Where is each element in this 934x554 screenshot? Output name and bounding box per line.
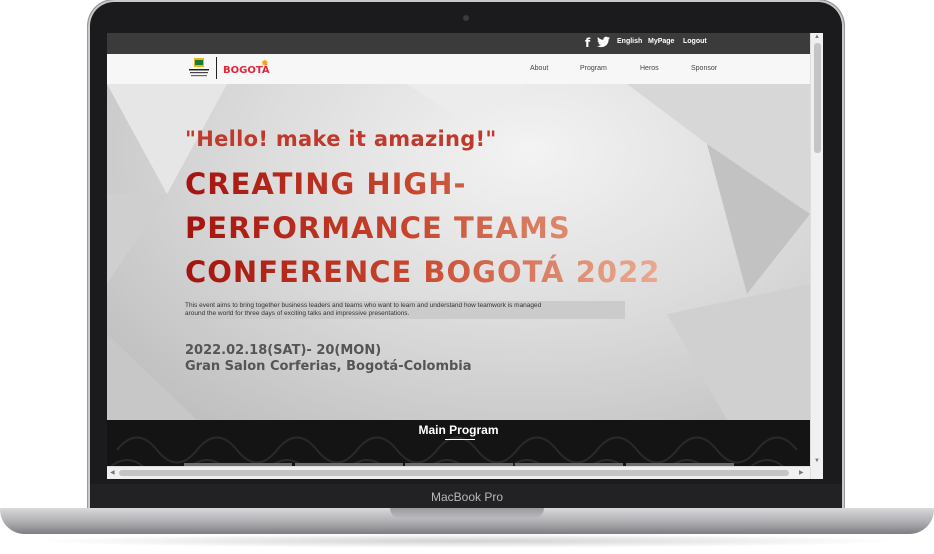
facebook-icon[interactable]: f xyxy=(585,36,590,50)
camera-icon xyxy=(463,15,469,21)
horizontal-scrollbar[interactable]: ◀ ▶ xyxy=(107,466,810,479)
main-navbar: BOGOTÁ ✸ About Program Heros Sponsor xyxy=(107,54,810,84)
hero-banner: "Hello! make it amazing!" CREATING HIGH-… xyxy=(107,84,810,420)
hero-title-line: PERFORMANCE TEAMS xyxy=(185,211,571,245)
scroll-up-icon[interactable]: ▲ xyxy=(814,34,820,40)
scroll-right-icon[interactable]: ▶ xyxy=(799,469,804,476)
twitter-icon[interactable] xyxy=(597,36,610,48)
link-logout[interactable]: Logout xyxy=(683,38,707,45)
link-english[interactable]: English xyxy=(617,38,642,45)
program-heading-underline xyxy=(445,439,475,440)
scroll-down-icon[interactable]: ▼ xyxy=(814,458,820,464)
nav-sponsor[interactable]: Sponsor xyxy=(691,65,717,72)
hero-title-line: CONFERENCE BOGOTÁ 2022 xyxy=(185,255,661,289)
link-mypage[interactable]: MyPage xyxy=(648,38,674,45)
browser-screen: f English MyPage Logout BOGOTÁ ✸ About P… xyxy=(107,33,823,479)
hero-description-line: This event aims to bring together busine… xyxy=(185,302,542,309)
horizontal-scroll-thumb[interactable] xyxy=(119,470,789,476)
nav-heros[interactable]: Heros xyxy=(640,65,659,72)
event-date: 2022.02.18(SAT)- 20(MON) xyxy=(185,343,382,358)
hero-description: This event aims to bring together busine… xyxy=(184,301,625,319)
hero-description-line: around the world for three days of excit… xyxy=(185,310,410,317)
vertical-scrollbar[interactable]: ▲ ▼ xyxy=(810,33,823,479)
laptop-notch xyxy=(390,508,544,518)
scroll-left-icon[interactable]: ◀ xyxy=(110,469,115,476)
hero-title: CREATING HIGH- PERFORMANCE TEAMS CONFERE… xyxy=(185,162,745,294)
alcaldia-crest-icon[interactable] xyxy=(186,57,212,81)
program-heading: Main Program xyxy=(418,423,499,437)
event-venue: Gran Salon Corferias, Bogotá-Colombia xyxy=(185,359,472,374)
nav-about[interactable]: About xyxy=(530,65,548,72)
vertical-scroll-thumb[interactable] xyxy=(814,43,821,153)
top-utility-bar: f English MyPage Logout xyxy=(107,33,810,54)
hero-tagline: "Hello! make it amazing!" xyxy=(185,127,497,151)
hero-title-line: CREATING HIGH- xyxy=(185,167,467,201)
nav-program[interactable]: Program xyxy=(580,65,607,72)
device-label: MacBook Pro xyxy=(430,490,504,504)
star-icon: ✸ xyxy=(261,58,269,68)
laptop-shadow xyxy=(30,534,904,548)
logo-divider xyxy=(216,57,217,79)
